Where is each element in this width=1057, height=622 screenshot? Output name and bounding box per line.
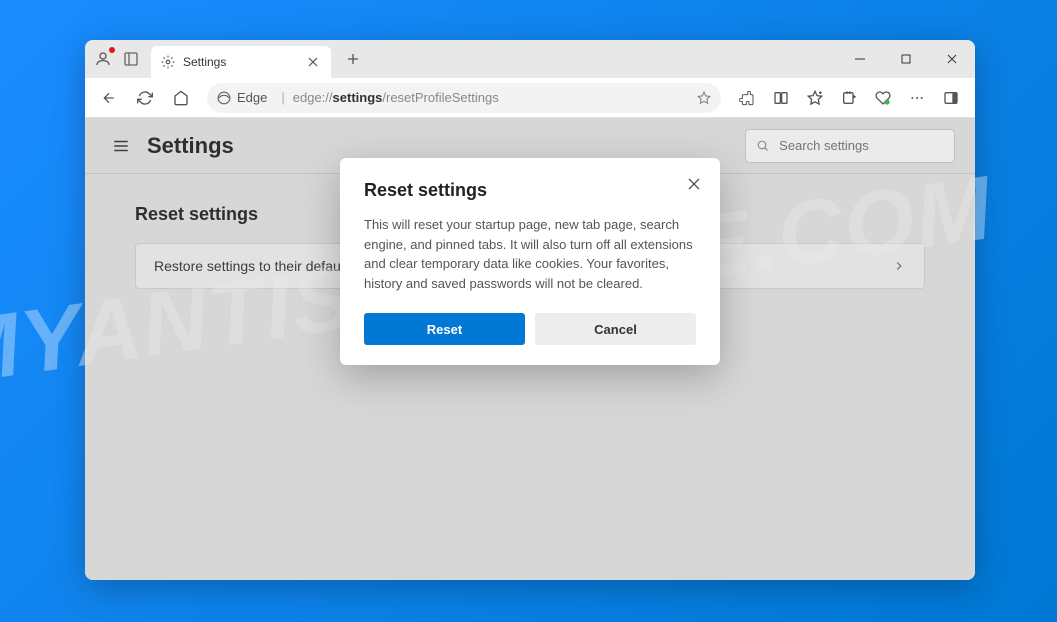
settings-page: Settings Reset settings Restore settings…	[85, 118, 975, 580]
maximize-button[interactable]	[883, 40, 929, 78]
window-controls	[837, 40, 975, 78]
profile-icon[interactable]	[93, 49, 113, 69]
addressbar-separator: |	[281, 90, 284, 105]
dialog-body: This will reset your startup page, new t…	[364, 215, 696, 293]
favorite-star-icon[interactable]	[697, 91, 711, 105]
modal-overlay: Reset settings This will reset your star…	[85, 118, 975, 580]
dialog-title: Reset settings	[364, 180, 696, 201]
close-tab-icon[interactable]	[305, 54, 321, 70]
notification-dot-icon	[109, 47, 115, 53]
home-button[interactable]	[165, 82, 197, 114]
titlebar: Settings	[85, 40, 975, 78]
site-identity[interactable]: Edge	[217, 90, 267, 105]
close-window-button[interactable]	[929, 40, 975, 78]
back-button[interactable]	[93, 82, 125, 114]
addressbar-url: edge://settings/resetProfileSettings	[293, 90, 499, 105]
toolbar: Edge | edge://settings/resetProfileSetti…	[85, 78, 975, 118]
refresh-button[interactable]	[129, 82, 161, 114]
browser-window: Settings	[85, 40, 975, 580]
minimize-button[interactable]	[837, 40, 883, 78]
dialog-close-button[interactable]	[682, 172, 706, 196]
toolbar-actions	[731, 82, 967, 114]
browser-essentials-button[interactable]	[867, 82, 899, 114]
gear-icon	[161, 55, 175, 69]
address-bar[interactable]: Edge | edge://settings/resetProfileSetti…	[207, 83, 721, 113]
sidebar-button[interactable]	[935, 82, 967, 114]
cancel-button[interactable]: Cancel	[535, 313, 696, 345]
vertical-tabs-icon[interactable]	[121, 49, 141, 69]
browser-tab[interactable]: Settings	[151, 46, 331, 78]
edge-icon	[217, 91, 231, 105]
more-button[interactable]	[901, 82, 933, 114]
dialog-actions: Reset Cancel	[364, 313, 696, 345]
collections-button[interactable]	[833, 82, 865, 114]
split-screen-button[interactable]	[765, 82, 797, 114]
extensions-button[interactable]	[731, 82, 763, 114]
addressbar-prefix: Edge	[237, 90, 267, 105]
new-tab-button[interactable]	[339, 45, 367, 73]
reset-settings-dialog: Reset settings This will reset your star…	[340, 158, 720, 365]
favorites-button[interactable]	[799, 82, 831, 114]
reset-button[interactable]: Reset	[364, 313, 525, 345]
tab-title: Settings	[183, 55, 226, 69]
